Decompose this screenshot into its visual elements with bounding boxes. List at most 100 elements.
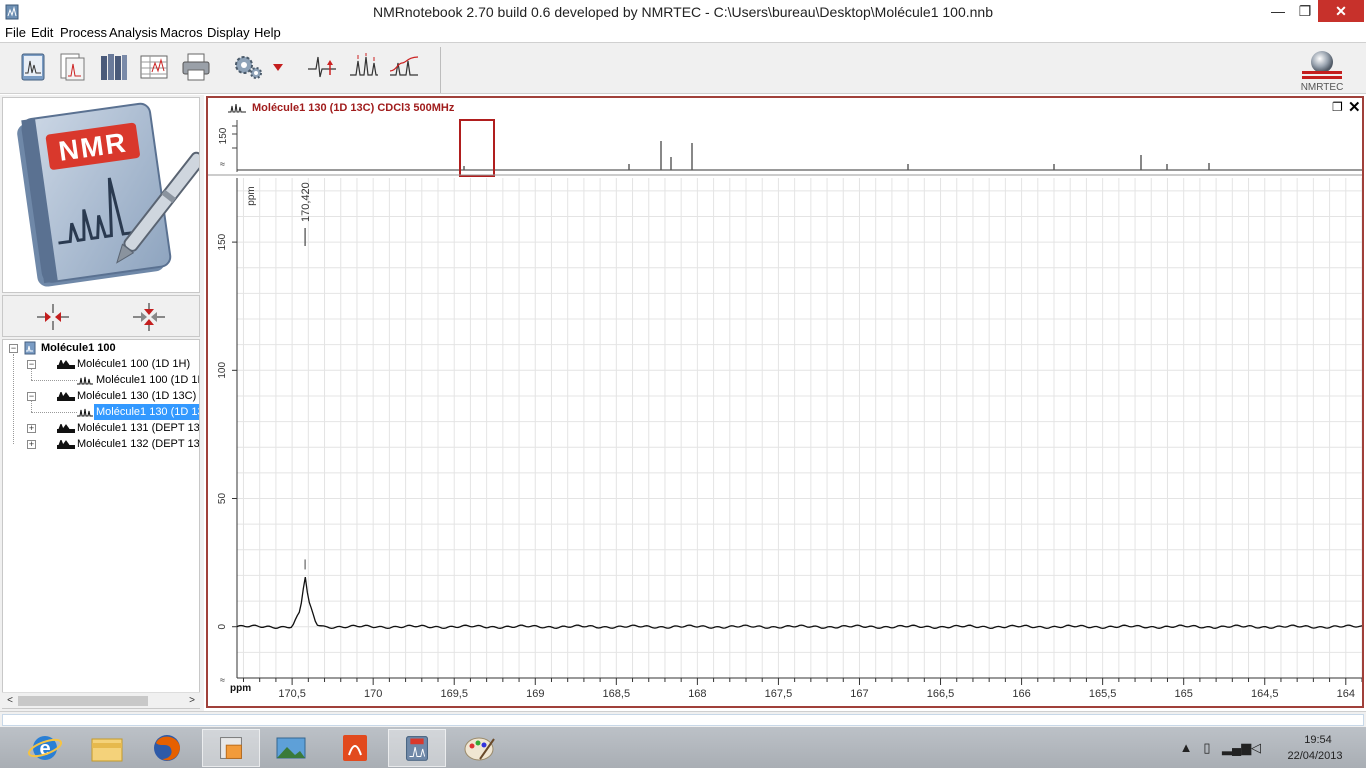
x-tick-label: 169,5 xyxy=(440,688,468,700)
status-bar xyxy=(0,711,1366,727)
spectrum-window: Molécule1 130 (1D 13C) CDCl3 500MHz ❐ ✕ … xyxy=(206,96,1364,708)
spectrum-small-icon xyxy=(57,440,75,449)
peak-pick-icon[interactable] xyxy=(348,51,380,83)
x-tick-label: 166 xyxy=(1012,688,1030,700)
maximize-button[interactable]: ❐ xyxy=(1292,0,1318,22)
x-tick-label: 168,5 xyxy=(603,688,631,700)
tree-item-root[interactable]: − Molécule1 100 xyxy=(3,340,199,356)
y-tick-label: 0 xyxy=(217,623,228,629)
spectrum-close-button[interactable]: ✕ xyxy=(1348,98,1361,116)
spectrum-line-icon xyxy=(77,376,93,385)
minimize-button[interactable]: — xyxy=(1264,0,1292,22)
y-axis-unit: ppm xyxy=(246,186,257,205)
x-tick-label: 169 xyxy=(526,688,544,700)
tree-item[interactable]: − Molécule1 130 (1D 13C) xyxy=(3,388,199,404)
nmrnotebook-icon[interactable] xyxy=(388,729,446,767)
integrate-icon[interactable] xyxy=(388,51,420,83)
y-tick-label: 50 xyxy=(217,493,228,505)
dropdown-arrow-icon[interactable] xyxy=(268,51,288,83)
y-tick-label: 150 xyxy=(217,233,228,250)
tray-device-icon[interactable]: ▯ xyxy=(1199,740,1215,756)
report-icon[interactable] xyxy=(56,51,88,83)
expand-icon[interactable] xyxy=(131,300,167,334)
scrollbar-thumb[interactable] xyxy=(18,696,148,706)
tray-arrow-icon[interactable]: ▲ xyxy=(1178,740,1194,756)
x-tick-label: 165 xyxy=(1175,688,1193,700)
acrobat-icon[interactable] xyxy=(326,729,384,767)
clock-time[interactable]: 19:54 xyxy=(1290,734,1346,746)
peak-label: 170,420 xyxy=(300,182,312,222)
status-field xyxy=(2,714,1364,726)
window-title: NMRnotebook 2.70 build 0.6 developed by … xyxy=(373,4,993,20)
x-tick-label: 164,5 xyxy=(1251,688,1279,700)
scroll-right-icon[interactable]: > xyxy=(184,693,200,709)
explorer-icon[interactable] xyxy=(78,729,136,767)
tree-item-selected[interactable]: Molécule1 130 (1D 13C xyxy=(3,404,199,420)
print-icon[interactable] xyxy=(180,51,212,83)
tree-item[interactable]: − Molécule1 100 (1D 1H) xyxy=(3,356,199,372)
menu-analysis[interactable]: Analysis xyxy=(109,25,157,40)
spectrum-title: Molécule1 130 (1D 13C) CDCl3 500MHz xyxy=(252,102,455,114)
spectrum-small-icon xyxy=(57,424,75,433)
overview-scale-icon: ≈ xyxy=(220,159,225,169)
settings-icon[interactable] xyxy=(232,51,264,83)
x-tick-label: 164 xyxy=(1337,688,1355,700)
x-tick-label: 170 xyxy=(364,688,382,700)
spectrum-plot[interactable]: 150 ≈ 0 50 100 150 ppm ≈ 170,5 170 169,5 169 16… xyxy=(208,118,1362,706)
ie-icon[interactable]: e xyxy=(16,729,74,767)
y-tick-label: 100 xyxy=(217,362,228,379)
overview-tick: 150 xyxy=(218,127,229,144)
x-tick-label: 166,5 xyxy=(927,688,955,700)
scroll-left-icon[interactable]: < xyxy=(2,693,18,709)
toolbar: NMRTEC xyxy=(0,42,1366,94)
x-tick-label: 165,5 xyxy=(1089,688,1117,700)
spectrum-restore-button[interactable]: ❐ xyxy=(1332,100,1343,114)
menu-macros[interactable]: Macros xyxy=(160,25,203,40)
menu-help[interactable]: Help xyxy=(254,25,281,40)
table-icon[interactable] xyxy=(138,51,170,83)
nmrtec-logo: NMRTEC xyxy=(1301,51,1344,93)
left-panel: NMR − Molécule1 100 − Molécule1 100 (1D … xyxy=(0,95,204,711)
tray-volume-icon[interactable]: ◁ xyxy=(1248,740,1264,756)
menu-display[interactable]: Display xyxy=(207,25,250,40)
nmr-logo: NMR xyxy=(2,97,200,293)
x-tick-label: 168 xyxy=(688,688,706,700)
tree-item[interactable]: Molécule1 100 (1D 1H) xyxy=(3,372,199,388)
main-plot[interactable]: 0 50 100 150 ppm ≈ 170,5 170 169,5 169 168,5 168… xyxy=(217,178,1362,700)
y-scale-break-icon: ≈ xyxy=(220,675,225,685)
title-bar: NMRnotebook 2.70 build 0.6 developed by … xyxy=(0,0,1366,24)
spectrum-title-bar: Molécule1 130 (1D 13C) CDCl3 500MHz ❐ ✕ xyxy=(208,98,1362,118)
library-icon[interactable] xyxy=(98,51,130,83)
notebook-icon xyxy=(24,341,36,355)
collapse-icon[interactable] xyxy=(35,300,71,334)
phase-icon[interactable] xyxy=(306,51,338,83)
taskbar: e ▲ ▯ ▂▄▆ ◁ 19:54 22/04/2013 xyxy=(0,727,1366,768)
x-tick-label: 167,5 xyxy=(765,688,793,700)
menu-process[interactable]: Process xyxy=(60,25,107,40)
tray-network-icon[interactable]: ▂▄▆ xyxy=(1222,740,1251,756)
spectrum-icon[interactable] xyxy=(18,51,50,83)
x-tick-label: 167 xyxy=(850,688,868,700)
x-axis-unit: ppm xyxy=(230,683,251,694)
document-tree: − Molécule1 100 − Molécule1 100 (1D 1H) … xyxy=(2,339,200,709)
toolbar-separator xyxy=(440,47,441,93)
menu-edit[interactable]: Edit xyxy=(31,25,53,40)
tree-item[interactable]: + Molécule1 132 (DEPT 13C) xyxy=(3,436,199,452)
presentation-icon[interactable] xyxy=(202,729,260,767)
firefox-icon[interactable] xyxy=(138,729,196,767)
nmrtec-logo-text: NMRTEC xyxy=(1301,82,1344,93)
close-button[interactable]: ✕ xyxy=(1318,0,1364,22)
tree-item[interactable]: + Molécule1 131 (DEPT 13C) xyxy=(3,420,199,436)
menu-bar: File Edit Process Analysis Macros Displa… xyxy=(0,24,1366,42)
spectrum-small-icon xyxy=(57,392,75,401)
spectrum-doc-icon xyxy=(228,103,246,113)
spectrum-small-icon xyxy=(57,360,75,369)
spectrum-line-icon xyxy=(77,408,93,417)
clock-date[interactable]: 22/04/2013 xyxy=(1280,750,1350,762)
overview-strip[interactable]: 150 ≈ xyxy=(218,119,1362,177)
photos-icon[interactable] xyxy=(262,729,320,767)
horizontal-scrollbar[interactable]: < > xyxy=(2,692,200,708)
paint-icon[interactable] xyxy=(450,729,508,767)
nav-buttons xyxy=(2,295,200,337)
menu-file[interactable]: File xyxy=(5,25,26,40)
